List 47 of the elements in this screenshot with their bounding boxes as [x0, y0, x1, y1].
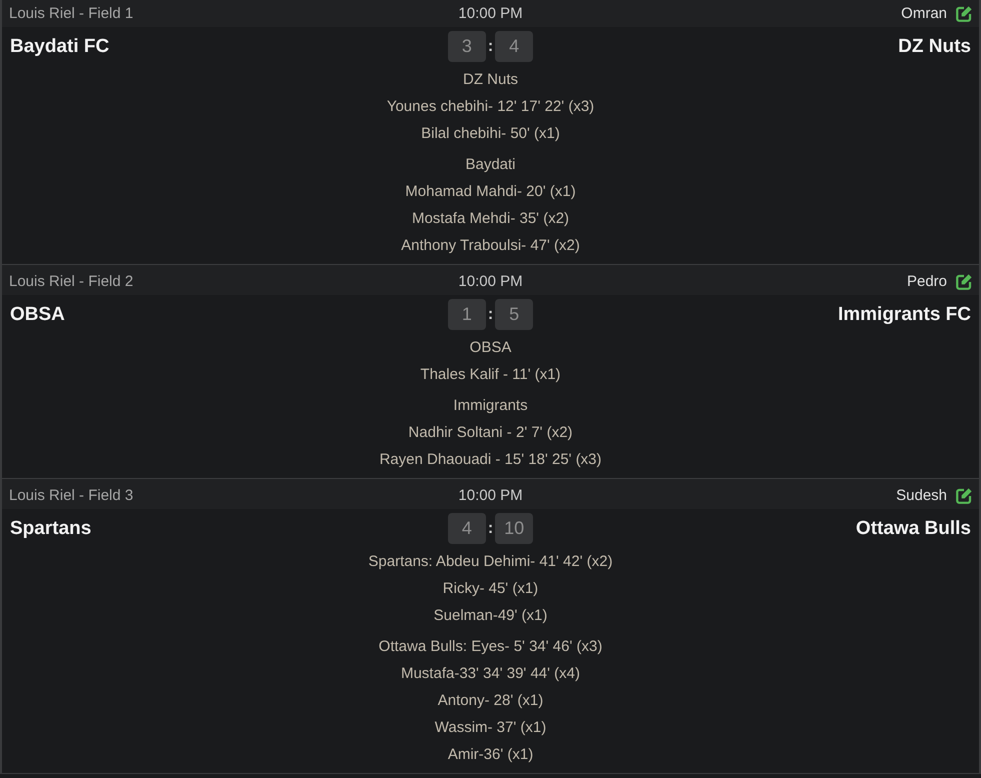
- referee-name: Omran: [901, 5, 947, 22]
- scorer-line: Anthony Traboulsi- 47' (x2): [400, 236, 581, 256]
- scorer-line: Thales Kalif - 11' (x1): [419, 365, 562, 385]
- home-team-name: Baydati FC: [10, 36, 110, 58]
- scorer-line: Wassim- 37' (x1): [434, 718, 548, 738]
- scorer-line: DZ Nuts: [462, 70, 519, 90]
- edit-icon[interactable]: [956, 274, 972, 290]
- scorer-line: Rayen Dhaouadi - 15' 18' 25' (x3): [378, 450, 603, 470]
- field-name: Louis Riel - Field 2: [9, 273, 134, 290]
- score-separator: :: [488, 520, 494, 538]
- edit-icon[interactable]: [956, 488, 972, 504]
- scorer-line: OBSA: [468, 338, 512, 358]
- scorer-line: Mohamad Mahdi- 20' (x1): [404, 182, 577, 202]
- away-score: 5: [495, 299, 534, 330]
- scorer-line: Nadhir Soltani - 2' 7' (x2): [407, 423, 574, 443]
- home-score: 4: [448, 513, 486, 544]
- away-team-name: Ottawa Bulls: [856, 518, 971, 540]
- edit-icon[interactable]: [956, 6, 972, 22]
- scorer-line: Mustafa-33' 34' 39' 44' (x4): [400, 664, 582, 684]
- scorer-line: Suelman-49' (x1): [432, 606, 548, 626]
- referee-name: Pedro: [906, 273, 947, 290]
- scorer-line: Baydati: [464, 155, 517, 175]
- scorer-line: Ottawa Bulls: Eyes- 5' 34' 46' (x3): [378, 637, 604, 657]
- scorer-line: Immigrants: [452, 396, 529, 416]
- scorer-line: Antony- 28' (x1): [436, 691, 544, 711]
- away-score: 10: [495, 513, 534, 544]
- home-team-name: Spartans: [10, 518, 92, 540]
- home-team-name: OBSA: [10, 304, 65, 326]
- scorer-line: Mostafa Mehdi- 35' (x2): [410, 209, 570, 229]
- score-separator: :: [488, 38, 494, 56]
- away-team-name: DZ Nuts: [898, 36, 971, 58]
- away-score: 4: [495, 31, 534, 62]
- referee-name: Sudesh: [896, 487, 947, 504]
- scorer-line: Bilal chebihi- 50' (x1): [420, 124, 561, 144]
- scorer-line: Spartans: Abdeu Dehimi- 41' 42' (x2): [367, 552, 614, 572]
- scorer-line: Younes chebihi- 12' 17' 22' (x3): [386, 97, 596, 117]
- kickoff-time: 10:00 PM: [458, 273, 523, 290]
- kickoff-time: 10:00 PM: [458, 487, 523, 504]
- field-name: Louis Riel - Field 3: [9, 487, 134, 504]
- kickoff-time: 10:00 PM: [458, 5, 523, 22]
- home-score: 1: [448, 299, 486, 330]
- field-name: Louis Riel - Field 1: [9, 5, 134, 22]
- home-score: 3: [448, 31, 486, 62]
- scorer-line: Ricky- 45' (x1): [442, 579, 540, 599]
- scorer-line: Amir-36' (x1): [446, 745, 534, 765]
- score-separator: :: [488, 306, 494, 324]
- away-team-name: Immigrants FC: [838, 304, 971, 326]
